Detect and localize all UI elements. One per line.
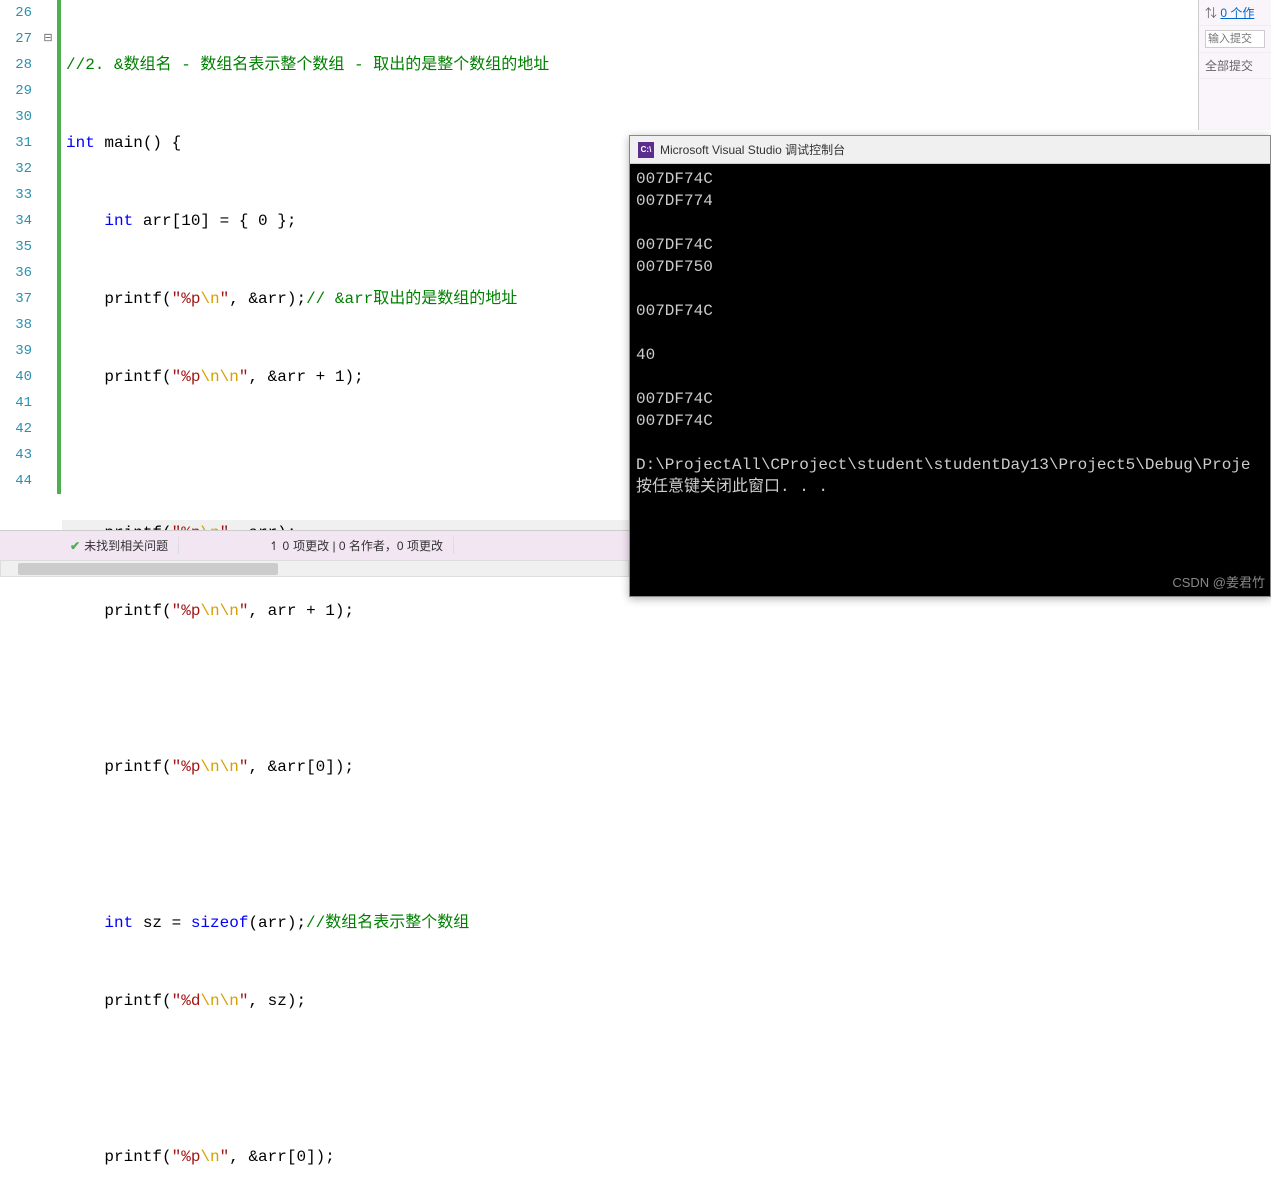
console-titlebar[interactable]: C:\ Microsoft Visual Studio 调试控制台 (630, 136, 1270, 164)
check-icon: ✔ (70, 539, 80, 553)
debug-console-window[interactable]: C:\ Microsoft Visual Studio 调试控制台 007DF7… (629, 135, 1271, 597)
watermark: CSDN @姜君竹 (1172, 572, 1265, 591)
line-number-gutter: 26 27 28 29 30 31 32 33 34 35 36 37 38 3… (0, 0, 40, 530)
console-title-text: Microsoft Visual Studio 调试控制台 (660, 141, 845, 158)
sync-icon[interactable]: ⇅ (1205, 6, 1217, 20)
git-side-panel: ⇅ 0 个作 全部提交 (1198, 0, 1271, 130)
changes-status[interactable]: ↿ 0 项更改 | 0 名作者，0 项更改 (259, 537, 454, 554)
fold-column[interactable]: ⊟ (40, 0, 56, 530)
scrollbar-thumb[interactable] (18, 563, 278, 575)
vs-icon: C:\ (638, 142, 654, 158)
changes-link[interactable]: 0 个作 (1220, 6, 1254, 20)
horizontal-scrollbar[interactable] (0, 560, 629, 577)
commit-all-button[interactable]: 全部提交 (1199, 53, 1271, 79)
commit-message-input[interactable] (1205, 30, 1265, 48)
issues-status[interactable]: ✔未找到相关问题 (60, 537, 179, 554)
fold-toggle-icon[interactable]: ⊟ (40, 26, 56, 52)
console-output[interactable]: 007DF74C 007DF774 007DF74C 007DF750 007D… (630, 164, 1270, 502)
